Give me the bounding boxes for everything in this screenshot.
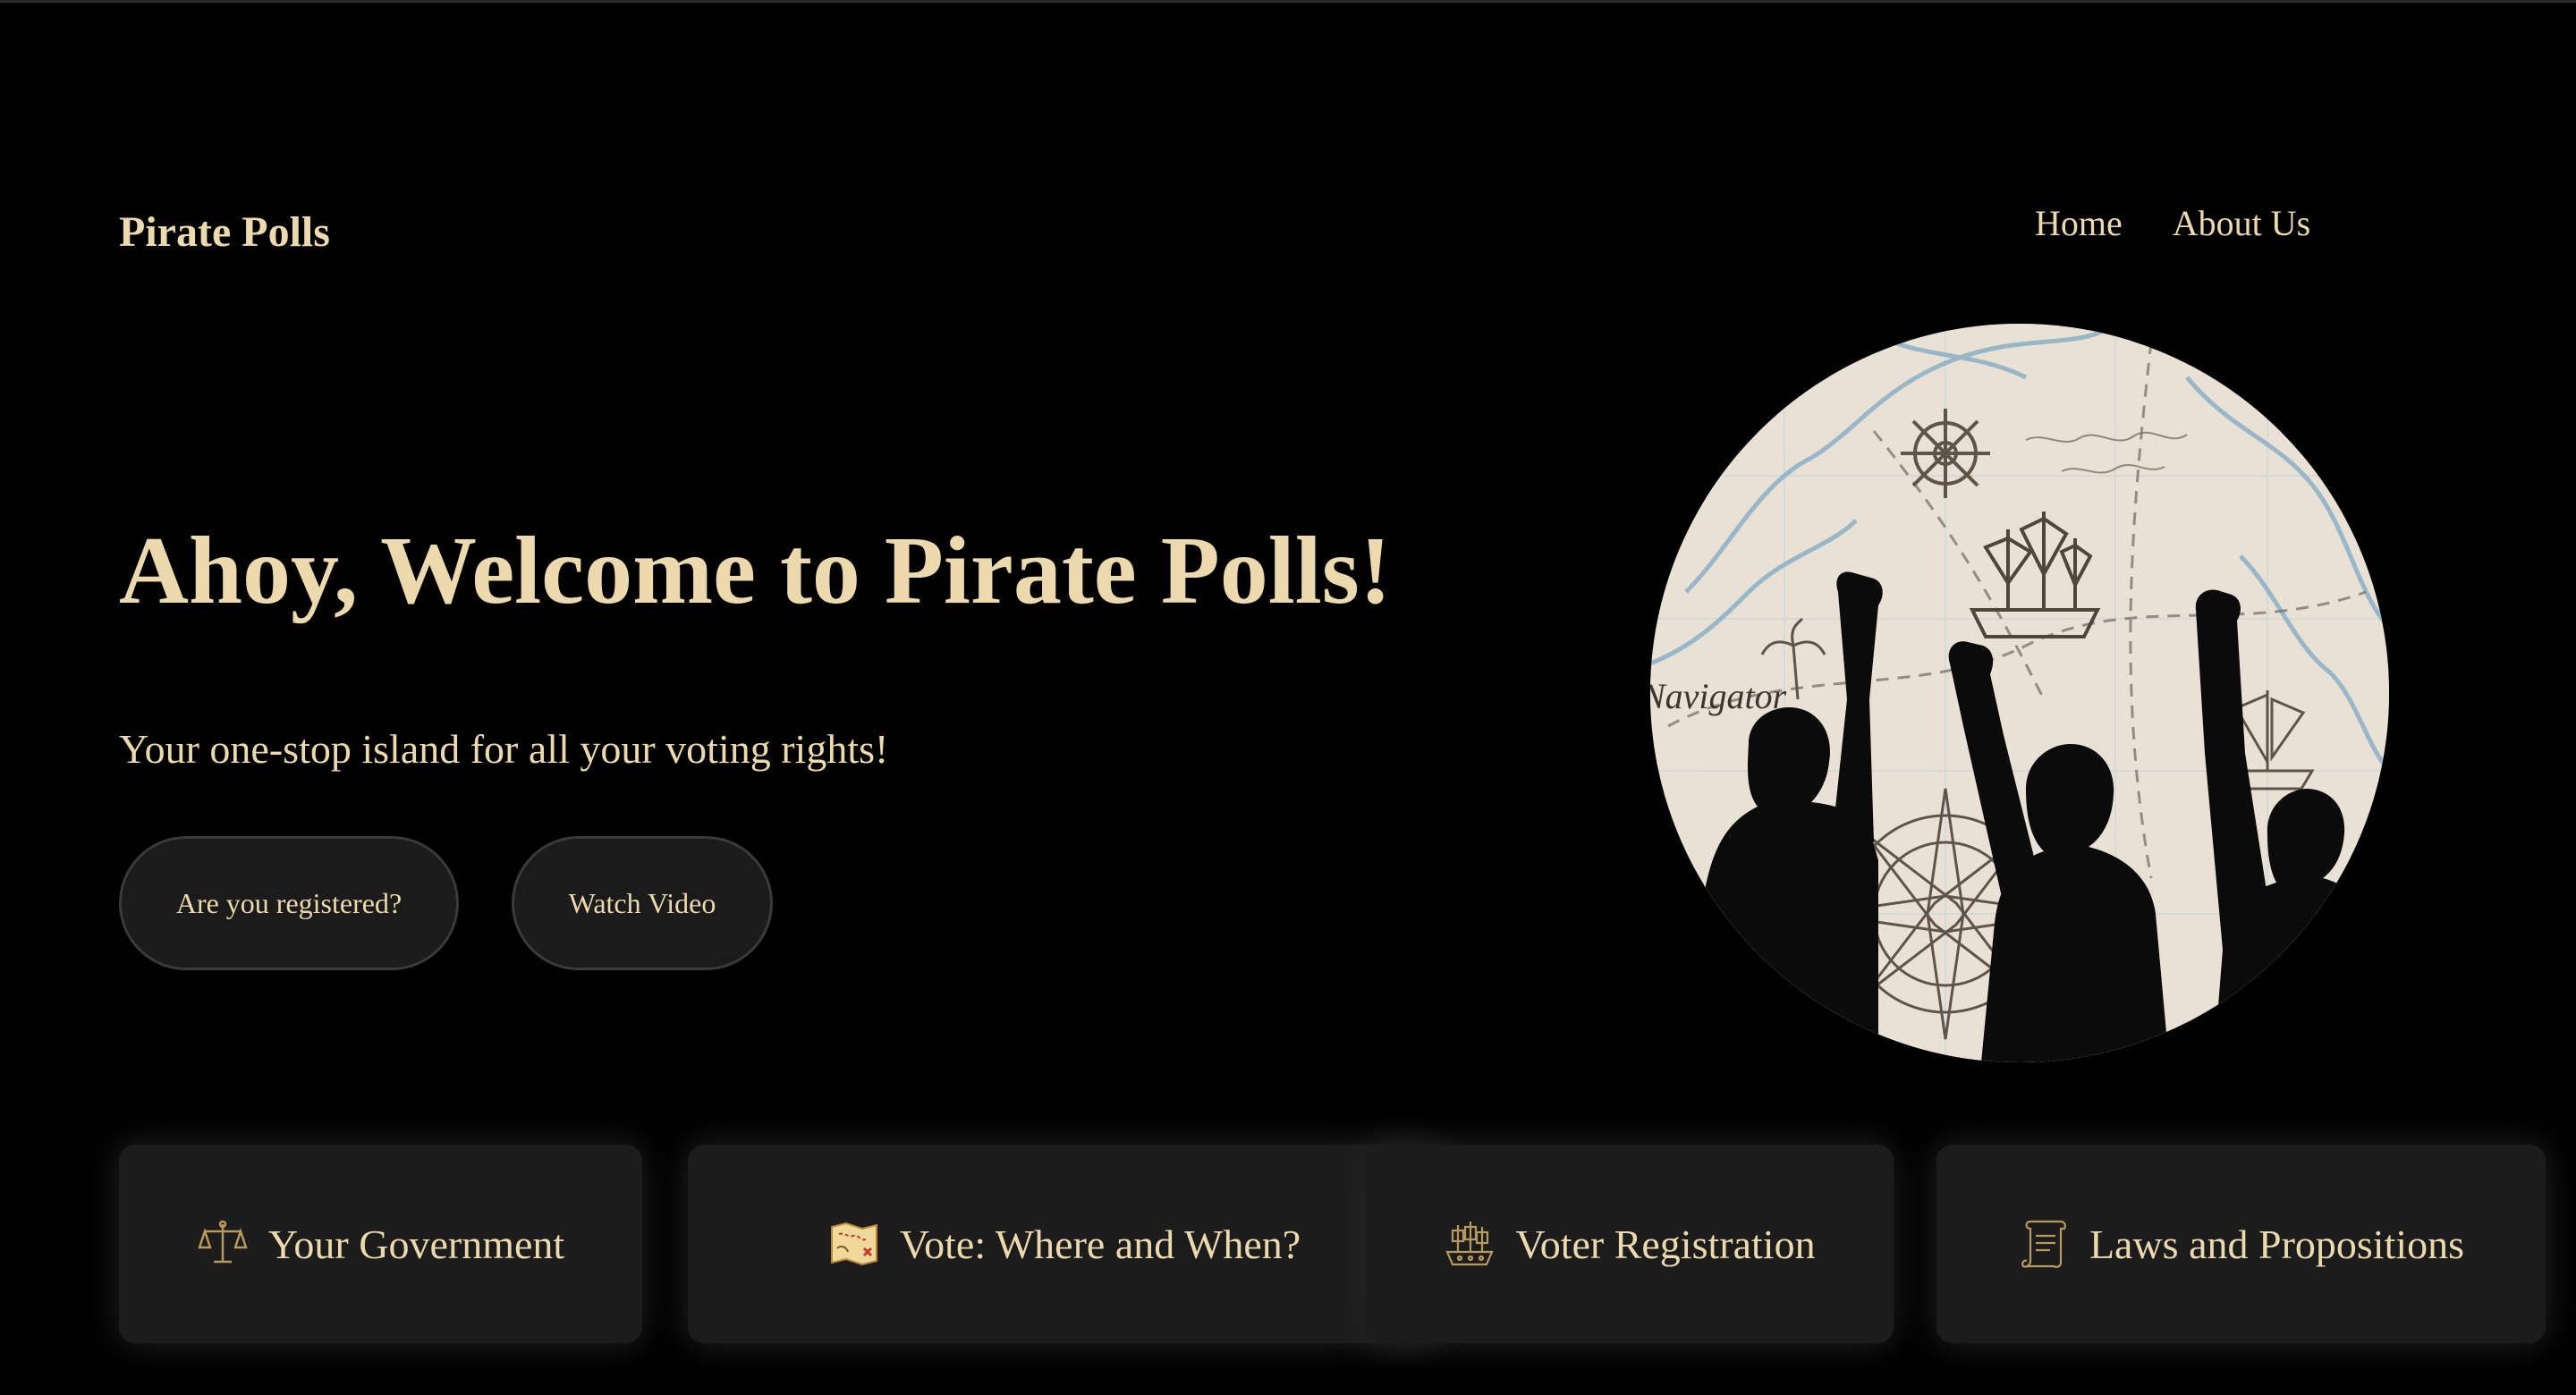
brand-logo-text[interactable]: Pirate Polls [119, 211, 330, 254]
are-you-registered-button[interactable]: Are you registered? [119, 836, 459, 970]
card-label: Your Government [267, 1221, 565, 1267]
card-voter-registration[interactable]: Voter Registration [1366, 1145, 1894, 1343]
nav-home-link[interactable]: Home [2035, 206, 2123, 241]
card-label: Voter Registration [1515, 1221, 1816, 1267]
card-your-government[interactable]: Your Government [119, 1145, 642, 1343]
scroll-icon [2018, 1218, 2070, 1270]
pirate-ship-icon [1444, 1218, 1496, 1270]
card-label: Laws and Propositions [2089, 1221, 2465, 1267]
treasure-map-icon [828, 1218, 880, 1270]
card-label: Vote: Where and When? [899, 1221, 1301, 1267]
hero-illustration: Navigator [1650, 324, 2389, 1062]
map-navigator-text: Navigator [1650, 676, 1787, 716]
main-nav: Home About Us [2035, 206, 2310, 241]
hero-subtitle: Your one-stop island for all your voting… [119, 726, 889, 772]
feature-cards: Your Government Vote: Where and When? Vo… [119, 1145, 2546, 1343]
hero-title: Ahoy, Welcome to Pirate Polls! [119, 518, 1392, 624]
hero-image: Navigator [1650, 324, 2389, 1062]
top-border [0, 0, 2576, 3]
nav-about-us-link[interactable]: About Us [2173, 206, 2310, 241]
card-laws-and-propositions[interactable]: Laws and Propositions [1936, 1145, 2546, 1343]
card-vote-where-and-when[interactable]: Vote: Where and When? [688, 1145, 1441, 1343]
watch-video-button[interactable]: Watch Video [512, 836, 773, 970]
scales-icon [197, 1218, 249, 1270]
